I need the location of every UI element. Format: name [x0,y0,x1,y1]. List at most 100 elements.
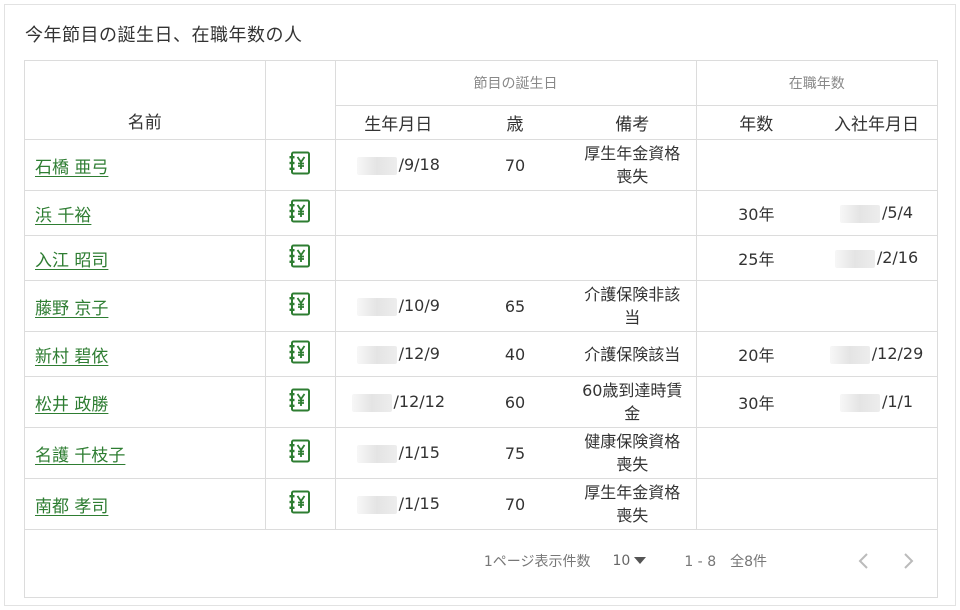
pagination: 1ページ表示件数 10 1 - 8 全8件 [25,551,937,571]
chevron-right-icon[interactable] [903,552,915,570]
join-date-value: /1/1 [881,392,914,412]
card-title: 今年節目の誕生日、在職年数の人 [25,25,303,46]
name-cell: 石橋 亜弓 [25,139,265,191]
column-header-age: 歳 [461,105,569,140]
rows-per-page-label: 1ページ表示件数 [483,554,591,570]
join-date-cell: /5/4 [816,190,938,236]
employee-name-link[interactable]: 浜 千裕 [35,206,91,226]
ledger-yen-icon[interactable] [287,243,313,273]
ledger-yen-icon[interactable] [287,198,313,228]
column-header-note: 備考 [569,105,697,140]
column-header-birthdate: 生年月日 [334,105,461,140]
employee-name-link[interactable]: 南都 孝司 [35,497,108,517]
name-cell: 南都 孝司 [25,478,265,530]
years-cell [695,139,817,191]
birthdate-value: /10/9 [398,296,440,316]
employee-name-link[interactable]: 新村 碧依 [35,347,108,367]
note-cell [569,190,697,236]
birthdate-cell: /1/15 [334,427,461,479]
table-row: 浜 千裕 30年/5/4 [25,190,938,236]
birthdate-cell: /9/18 [334,139,461,191]
note-value: 60歳到達時賃金 [582,381,683,423]
note-cell [569,235,697,281]
years-cell [695,478,817,530]
ledger-yen-icon[interactable] [287,387,313,417]
table-row: 新村 碧依/12/9 40 介護保険該当 20年/12/29 [25,331,938,377]
column-header-icon [264,61,335,140]
redacted-year [356,297,397,316]
page-range-text: 1 - 8 全8件 [684,554,768,570]
redacted-year [356,495,397,514]
years-cell: 30年 [695,190,817,236]
birthdate-value: /9/18 [398,155,440,175]
join-date-value: /5/4 [881,203,914,223]
join-date-cell [816,427,938,479]
chevron-left-icon[interactable] [857,552,869,570]
age-cell: 70 [461,478,569,530]
name-cell: 名護 千枝子 [25,427,265,479]
column-header-name: 名前 [25,61,265,140]
redacted-year [834,249,875,268]
name-cell: 藤野 京子 [25,280,265,332]
join-date-cell: /1/1 [816,376,938,428]
data-table: 名前 節目の誕生日 在職年数 生年月日 歳 備考 年数 入社年月日 石橋 亜弓 /… [24,60,938,598]
age-cell: 75 [461,427,569,479]
age-cell: 65 [461,280,569,332]
redacted-year [839,393,880,412]
employee-name-link[interactable]: 藤野 京子 [35,299,108,319]
join-date-cell [816,280,938,332]
table-row: 松井 政勝/12/12 60 60歳到達時賃金 30年/1/1 [25,376,938,428]
redacted-year [829,345,870,364]
redacted-year [839,204,880,223]
join-date-cell: /2/16 [816,235,938,281]
age-cell [461,190,569,236]
note-value: 健康保険資格喪失 [584,432,681,474]
note-cell: 厚生年金資格喪失 [569,478,697,530]
birthdate-cell [334,235,461,281]
redacted-year [351,393,392,412]
ledger-yen-icon[interactable] [287,150,313,180]
note-value: 厚生年金資格喪失 [584,144,681,186]
table-row: 南都 孝司/1/15 70 厚生年金資格喪失 [25,478,938,530]
age-cell: 70 [461,139,569,191]
birthdate-value: /12/12 [393,392,446,412]
birthdate-value: /12/9 [398,344,440,364]
employee-name-link[interactable]: 名護 千枝子 [35,446,125,466]
redacted-year [356,444,397,463]
table-row: 入江 昭司 25年/2/16 [25,235,938,281]
note-cell: 60歳到達時賃金 [569,376,697,428]
column-header-years: 年数 [695,105,817,140]
redacted-year [356,345,397,364]
name-cell: 浜 千裕 [25,190,265,236]
years-cell: 25年 [695,235,817,281]
ledger-yen-icon[interactable] [287,438,313,468]
age-cell: 60 [461,376,569,428]
table-row: 石橋 亜弓/9/18 70 厚生年金資格喪失 [25,139,938,191]
ledger-yen-icon[interactable] [287,339,313,369]
icon-cell [264,190,335,236]
table-row: 名護 千枝子/1/15 75 健康保険資格喪失 [25,427,938,479]
birthdate-cell: /1/15 [334,478,461,530]
ledger-yen-icon[interactable] [287,489,313,519]
ledger-yen-icon[interactable] [287,291,313,321]
years-cell [695,427,817,479]
note-cell: 介護保険該当 [569,331,697,377]
caret-down-icon[interactable] [634,553,647,569]
age-cell [461,235,569,281]
icon-cell [264,427,335,479]
note-value: 介護保険該当 [584,344,681,364]
icon-cell [264,280,335,332]
name-cell: 新村 碧依 [25,331,265,377]
employee-name-link[interactable]: 松井 政勝 [35,395,108,415]
icon-cell [264,139,335,191]
employee-name-link[interactable]: 入江 昭司 [35,251,108,271]
birthday-tenure-card: 今年節目の誕生日、在職年数の人 名前 節目の誕生日 在職年数 生年月日 歳 備考… [4,4,956,606]
join-date-value: /2/16 [876,248,919,268]
rows-per-page-select[interactable]: 10 [613,553,631,569]
redacted-year [356,156,397,175]
employee-name-link[interactable]: 石橋 亜弓 [35,158,108,178]
birthdate-cell: /12/12 [334,376,461,428]
note-cell: 介護保険非該当 [569,280,697,332]
name-cell: 入江 昭司 [25,235,265,281]
icon-cell [264,331,335,377]
